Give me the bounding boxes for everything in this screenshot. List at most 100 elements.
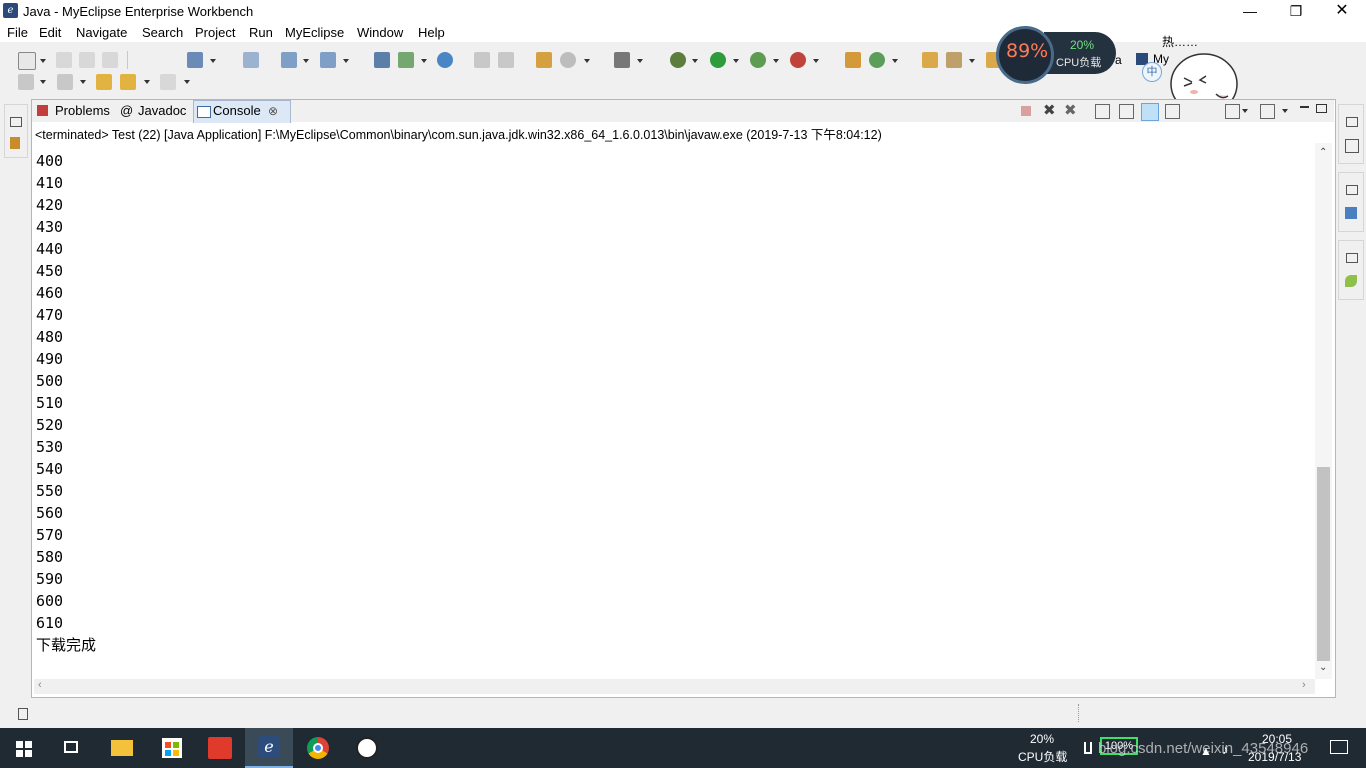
restore-button[interactable]: ❐ <box>1273 0 1319 22</box>
chevron-down-icon[interactable] <box>1242 109 1248 113</box>
restore-icon[interactable] <box>1346 117 1358 127</box>
qq-avatar-icon[interactable] <box>343 728 391 768</box>
deploy-icon[interactable] <box>281 52 297 68</box>
start-button[interactable] <box>0 728 48 768</box>
scroll-down-icon[interactable]: ⌄ <box>1319 662 1327 673</box>
back-icon[interactable] <box>120 74 136 90</box>
new-class-icon[interactable] <box>869 52 885 68</box>
chevron-down-icon[interactable] <box>733 59 739 63</box>
chevron-down-icon[interactable] <box>813 59 819 63</box>
fast-view-icon[interactable] <box>18 708 28 720</box>
chevron-down-icon[interactable] <box>40 80 46 84</box>
chevron-down-icon[interactable] <box>1282 109 1288 113</box>
notification-icon[interactable] <box>1330 740 1348 754</box>
menu-edit[interactable]: Edit <box>39 25 61 40</box>
chevron-down-icon[interactable] <box>343 59 349 63</box>
close-tab-icon[interactable]: ⊗ <box>268 101 278 121</box>
run-icon[interactable] <box>710 52 726 68</box>
leaf-icon[interactable] <box>1345 275 1357 287</box>
open-console-icon[interactable] <box>1260 104 1275 119</box>
tab-problems[interactable]: Problems <box>35 100 115 122</box>
myeclipse-task-icon[interactable]: e <box>245 728 293 768</box>
file-explorer-icon[interactable] <box>98 728 146 768</box>
scroll-right-icon[interactable]: › <box>1302 679 1306 691</box>
menu-help[interactable]: Help <box>418 25 445 40</box>
chevron-down-icon[interactable] <box>692 59 698 63</box>
maximize-view-icon[interactable] <box>1316 104 1327 113</box>
globe-icon[interactable] <box>437 52 453 68</box>
console-output[interactable]: 400 410 420 430 440 450 460 470 480 490 500 510 520 5… <box>36 150 1311 678</box>
camera-icon[interactable] <box>614 52 630 68</box>
web-icon[interactable] <box>560 52 576 68</box>
menu-project[interactable]: Project <box>195 25 235 40</box>
pin-console-icon[interactable] <box>1165 104 1180 119</box>
run-external-icon[interactable] <box>750 52 766 68</box>
chrome-icon[interactable] <box>294 728 342 768</box>
clear-console-icon[interactable] <box>1095 104 1110 119</box>
debug-icon[interactable] <box>670 52 686 68</box>
chevron-down-icon[interactable] <box>80 80 86 84</box>
minimize-view-icon[interactable] <box>1300 106 1309 108</box>
menu-myeclipse[interactable]: MyEclipse <box>285 25 344 40</box>
open-folder-icon[interactable] <box>922 52 938 68</box>
chevron-down-icon[interactable] <box>421 59 427 63</box>
vertical-scrollbar[interactable]: ⌃ ⌄ <box>1315 143 1332 679</box>
chevron-down-icon[interactable] <box>892 59 898 63</box>
scroll-left-icon[interactable]: ‹ <box>38 679 42 691</box>
prev-annotation-icon[interactable] <box>57 74 73 90</box>
new-package-icon[interactable] <box>536 52 552 68</box>
scroll-lock-icon[interactable] <box>1119 104 1134 119</box>
show-on-output-icon[interactable] <box>1141 103 1159 121</box>
horizontal-scrollbar[interactable]: ‹ › <box>34 679 1315 694</box>
vertical-scroll-thumb[interactable] <box>1317 467 1330 661</box>
menu-search[interactable]: Search <box>142 25 183 40</box>
clock-date[interactable]: 2019/7/13 <box>1248 750 1301 764</box>
clock-time[interactable]: 20:05 <box>1262 732 1292 746</box>
chevron-down-icon[interactable] <box>303 59 309 63</box>
external-tools-icon[interactable] <box>790 52 806 68</box>
chevron-down-icon[interactable] <box>40 59 46 63</box>
tab-console[interactable]: Console ⊗ <box>193 100 291 123</box>
package-explorer-icon[interactable] <box>10 137 20 149</box>
next-annotation-icon[interactable] <box>18 74 34 90</box>
office-app-icon[interactable] <box>196 728 244 768</box>
last-edit-icon[interactable] <box>96 74 112 90</box>
open-type-icon[interactable] <box>187 52 203 68</box>
menu-file[interactable]: File <box>7 25 28 40</box>
print-icon[interactable] <box>102 52 118 68</box>
chevron-down-icon[interactable] <box>637 59 643 63</box>
menu-window[interactable]: Window <box>357 25 403 40</box>
scroll-up-icon[interactable]: ⌃ <box>1319 147 1327 158</box>
browser-icon[interactable] <box>243 52 259 68</box>
save-icon[interactable] <box>56 52 72 68</box>
chevron-down-icon[interactable] <box>773 59 779 63</box>
restore-icon[interactable] <box>10 117 22 127</box>
new-icon[interactable] <box>18 52 36 70</box>
new-server-icon[interactable] <box>398 52 414 68</box>
task-view-button[interactable] <box>48 728 96 768</box>
forward-icon[interactable] <box>160 74 176 90</box>
menu-navigate[interactable]: Navigate <box>76 25 127 40</box>
remove-launch-icon[interactable]: ✖ <box>1043 101 1056 119</box>
search-tool-icon[interactable] <box>946 52 962 68</box>
chevron-down-icon[interactable] <box>144 80 150 84</box>
db-explorer-icon[interactable] <box>374 52 390 68</box>
chevron-down-icon[interactable] <box>969 59 975 63</box>
chevron-down-icon[interactable] <box>210 59 216 63</box>
minimize-button[interactable]: — <box>1227 0 1273 22</box>
power-plug-icon[interactable] <box>1084 742 1092 754</box>
export-icon[interactable] <box>498 52 514 68</box>
server-icon[interactable] <box>320 52 336 68</box>
save-all-icon[interactable] <box>79 52 95 68</box>
remove-all-icon[interactable]: ✖ <box>1064 101 1077 119</box>
cpu-monitor-widget[interactable]: 20% CPU负载 89% <box>996 26 1118 84</box>
terminate-icon[interactable] <box>1021 106 1031 116</box>
new-project-icon[interactable] <box>845 52 861 68</box>
display-console-icon[interactable] <box>1225 104 1240 119</box>
volume-icon[interactable]: ♪ <box>1222 742 1229 757</box>
chevron-down-icon[interactable] <box>184 80 190 84</box>
chevron-down-icon[interactable] <box>584 59 590 63</box>
tab-javadoc[interactable]: @ Javadoc <box>118 100 192 122</box>
close-button[interactable]: ✕ <box>1319 0 1365 22</box>
restore-icon[interactable] <box>1346 185 1358 195</box>
